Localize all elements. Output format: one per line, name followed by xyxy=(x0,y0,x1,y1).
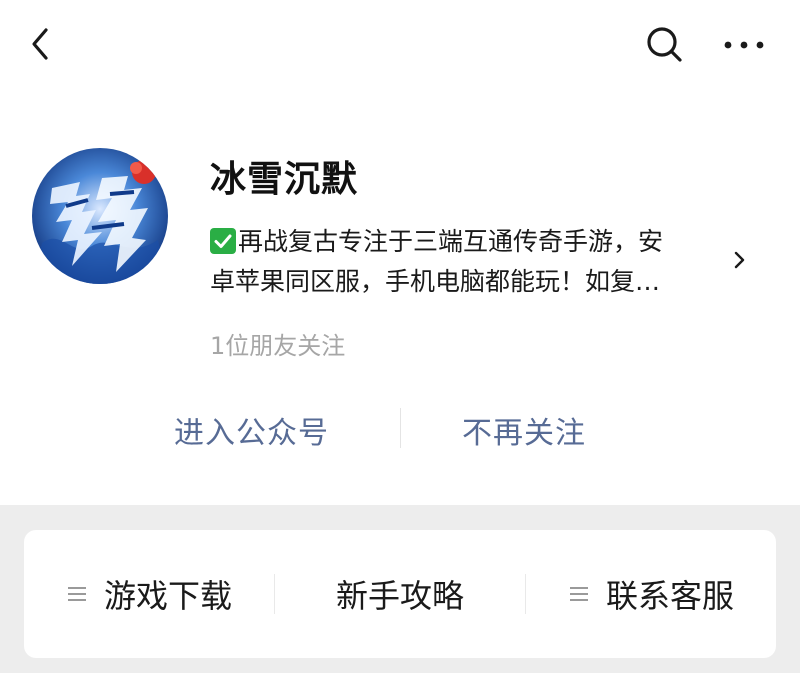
account-avatar xyxy=(32,148,168,284)
account-profile[interactable]: 冰雪沉默 再战复古专注于三端互通传奇手游，安 卓苹果同区服，手机电脑都能玩！如复… xyxy=(0,130,800,370)
action-divider xyxy=(400,408,401,448)
chevron-right-icon xyxy=(734,251,745,269)
menu-item-customer-service[interactable]: 联系客服 xyxy=(526,530,776,658)
menu-item-label: 联系客服 xyxy=(605,577,734,615)
check-mark-icon xyxy=(210,228,236,254)
description-line-2: 卓苹果同区服，手机电脑都能玩！如复… xyxy=(210,267,661,296)
chevron-left-icon xyxy=(32,28,48,60)
account-header-area: 冰雪沉默 再战复古专注于三端互通传奇手游，安 卓苹果同区服，手机电脑都能玩！如复… xyxy=(0,0,800,505)
menu-item-label: 游戏下载 xyxy=(103,577,232,615)
menu-item-game-download[interactable]: 游戏下载 xyxy=(24,530,274,658)
search-button[interactable] xyxy=(640,20,688,68)
ellipsis-icon xyxy=(724,41,764,49)
follower-count: 1位朋友关注 xyxy=(210,332,346,360)
search-icon xyxy=(647,27,682,62)
enter-account-button[interactable]: 进入公众号 xyxy=(174,408,329,452)
account-actions: 进入公众号 不再关注 xyxy=(0,400,800,460)
menu-lines-icon xyxy=(66,584,88,604)
description-line: 再战复古专注于三端互通传奇手游，安 xyxy=(210,222,726,262)
description-line-1-text: 再战复古专注于三端互通传奇手游，安 xyxy=(238,227,664,256)
account-menu: 游戏下载 新手攻略 联系客服 xyxy=(24,530,776,658)
menu-lines-icon xyxy=(568,584,590,604)
dragon-calligraphy-avatar xyxy=(32,148,168,284)
unfollow-button[interactable]: 不再关注 xyxy=(462,408,586,452)
menu-item-label: 新手攻略 xyxy=(335,577,464,615)
menu-item-beginner-guide[interactable]: 新手攻略 xyxy=(275,530,525,658)
back-button[interactable] xyxy=(22,20,62,68)
account-description: 再战复古专注于三端互通传奇手游，安 卓苹果同区服，手机电脑都能玩！如复… xyxy=(210,222,726,302)
more-button[interactable] xyxy=(716,20,772,68)
account-name: 冰雪沉默 xyxy=(210,159,359,200)
